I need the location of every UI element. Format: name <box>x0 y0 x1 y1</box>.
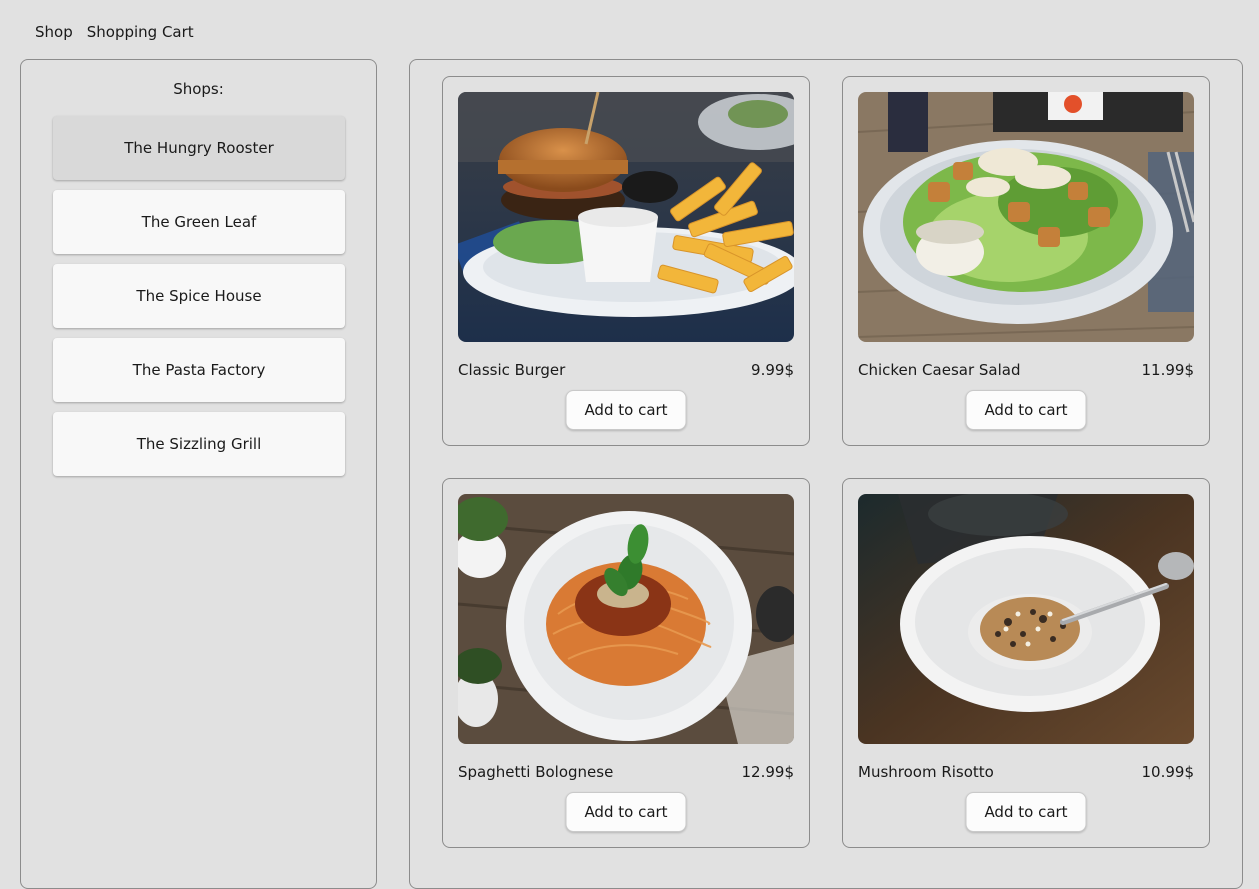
product-card: Spaghetti Bolognese 12.99$ Add to cart <box>442 478 810 848</box>
product-card: Classic Burger 9.99$ Add to cart <box>442 76 810 446</box>
shops-heading: Shops: <box>173 80 224 98</box>
product-price: 11.99$ <box>1141 361 1195 379</box>
spaghetti-photo <box>458 494 794 744</box>
product-name: Mushroom Risotto <box>858 763 994 781</box>
add-to-cart-button[interactable]: Add to cart <box>965 792 1087 832</box>
product-card: Chicken Caesar Salad 11.99$ Add to cart <box>842 76 1210 446</box>
nav-shopping-cart-link[interactable]: Shopping Cart <box>87 21 194 43</box>
shop-button-sizzling-grill[interactable]: The Sizzling Grill <box>53 412 345 476</box>
add-to-cart-button[interactable]: Add to cart <box>965 390 1087 430</box>
burger-photo <box>458 92 794 342</box>
shop-button-hungry-rooster[interactable]: The Hungry Rooster <box>53 116 345 180</box>
add-to-cart-button[interactable]: Add to cart <box>565 390 687 430</box>
shops-sidebar: Shops: The Hungry Rooster The Green Leaf… <box>20 59 377 889</box>
product-price: 9.99$ <box>751 361 794 379</box>
product-price: 12.99$ <box>741 763 795 781</box>
shop-button-pasta-factory[interactable]: The Pasta Factory <box>53 338 345 402</box>
products-panel: Classic Burger 9.99$ Add to cart Chicken… <box>409 59 1243 889</box>
product-name: Chicken Caesar Salad <box>858 361 1021 379</box>
product-card: Mushroom Risotto 10.99$ Add to cart <box>842 478 1210 848</box>
top-nav: Shop Shopping Cart <box>35 21 194 43</box>
risotto-photo <box>858 494 1194 744</box>
product-price: 10.99$ <box>1141 763 1195 781</box>
add-to-cart-button[interactable]: Add to cart <box>565 792 687 832</box>
salad-photo <box>858 92 1194 342</box>
shop-button-spice-house[interactable]: The Spice House <box>53 264 345 328</box>
nav-shop-link[interactable]: Shop <box>35 21 73 43</box>
product-name: Spaghetti Bolognese <box>458 763 614 781</box>
product-name: Classic Burger <box>458 361 566 379</box>
shop-button-green-leaf[interactable]: The Green Leaf <box>53 190 345 254</box>
